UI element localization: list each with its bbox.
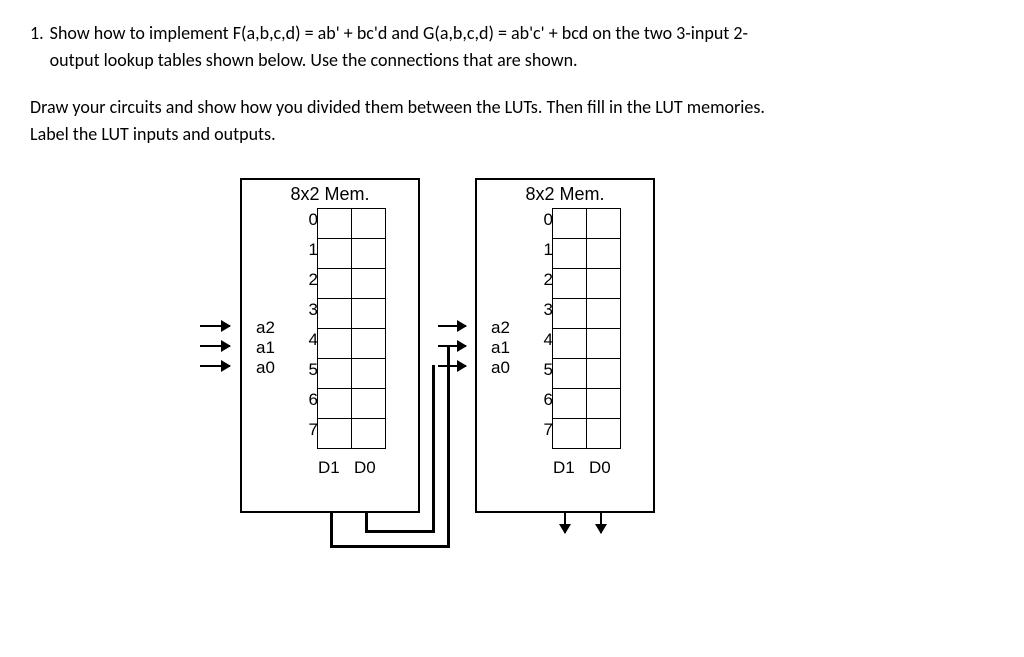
wire [330,513,333,548]
lut-diagram: 8x2 Mem. 0 1 2 3 4 5 6 7 a2 a1 a0 D1 D0 … [180,178,880,578]
lut-right: 8x2 Mem. 0 1 2 3 4 5 6 7 a2 a1 a0 D1 D0 [475,178,655,513]
row-label: 4 [298,330,318,350]
row-label: 2 [533,270,553,290]
arrow-icon [564,513,566,533]
row-label: 4 [533,330,553,350]
arrow-icon [200,365,230,367]
wire [365,530,435,533]
lut-right-title: 8x2 Mem. [477,180,653,209]
question-block: 1. Show how to implement F(a,b,c,d) = ab… [30,20,994,74]
row-label: 1 [533,240,553,260]
row-label: 7 [533,420,553,440]
row-label: 0 [533,210,553,230]
question-line1: Show how to implement F(a,b,c,d) = ab' +… [50,22,748,44]
instruction-block: Draw your circuits and show how you divi… [30,94,994,148]
wire [330,545,450,548]
lut-left: 8x2 Mem. 0 1 2 3 4 5 6 7 a2 a1 a0 D1 D0 [240,178,420,513]
output-d0: D0 [354,458,376,478]
wire [447,345,450,548]
lut-left-title: 8x2 Mem. [242,180,418,209]
arrow-icon [200,345,230,347]
output-d0: D0 [589,458,611,478]
row-label: 6 [298,390,318,410]
arrow-icon [438,345,466,347]
arrow-icon [600,513,602,533]
question-body: Show how to implement F(a,b,c,d) = ab' +… [50,20,994,74]
arrow-icon [438,325,466,327]
instruction-line2: Label the LUT inputs and outputs. [30,123,276,145]
input-a0: a0 [491,358,510,378]
row-label: 0 [298,210,318,230]
wire [432,365,435,533]
instruction-line1: Draw your circuits and show how you divi… [30,96,765,118]
row-label: 3 [298,300,318,320]
question-line2: output lookup tables shown below. Use th… [50,49,578,71]
output-d1: D1 [318,458,340,478]
input-a0: a0 [256,358,275,378]
row-label: 5 [533,360,553,380]
row-label: 5 [298,360,318,380]
lut-right-memory [552,208,621,449]
input-a1: a1 [491,338,510,358]
row-label: 6 [533,390,553,410]
arrow-icon [438,365,466,367]
row-label: 2 [298,270,318,290]
arrow-icon [200,325,230,327]
lut-left-memory [317,208,386,449]
input-a2: a2 [256,318,275,338]
row-label: 7 [298,420,318,440]
row-label: 1 [298,240,318,260]
row-label: 3 [533,300,553,320]
question-number: 1. [30,20,44,74]
output-d1: D1 [553,458,575,478]
input-a2: a2 [491,318,510,338]
input-a1: a1 [256,338,275,358]
